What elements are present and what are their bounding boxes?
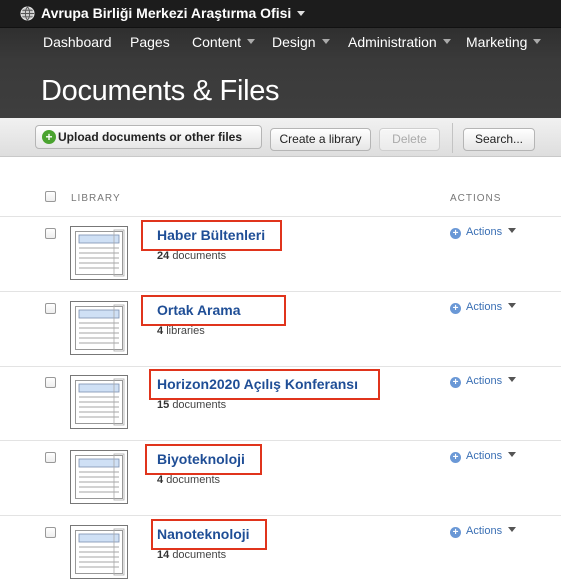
- library-row: Nanoteknoloji 14 documents + Actions: [0, 516, 561, 586]
- nav-content[interactable]: Content: [192, 34, 256, 50]
- nav-dashboard[interactable]: Dashboard: [43, 34, 112, 50]
- plus-circle-icon: +: [450, 452, 461, 463]
- toolbar: + Upload documents or other files Create…: [0, 118, 561, 157]
- admin-header: Avrupa Birliği Merkezi Araştırma Ofisi D…: [0, 0, 561, 118]
- site-bar: Avrupa Birliği Merkezi Araştırma Ofisi: [0, 0, 561, 28]
- nav-administration-label: Administration: [348, 34, 437, 50]
- site-name[interactable]: Avrupa Birliği Merkezi Araştırma Ofisi: [41, 5, 291, 21]
- page-title: Documents & Files: [41, 75, 280, 107]
- actions-menu[interactable]: + Actions: [450, 450, 517, 463]
- library-item-count: 15 documents: [157, 399, 226, 411]
- chevron-down-icon: [247, 39, 256, 44]
- plus-circle-icon: +: [450, 527, 461, 538]
- nav-dashboard-label: Dashboard: [43, 34, 112, 50]
- create-library-button[interactable]: Create a library: [270, 128, 371, 151]
- library-item-count: 14 documents: [157, 549, 226, 561]
- nav-marketing-label: Marketing: [466, 34, 528, 50]
- plus-icon: +: [42, 130, 56, 144]
- column-header-library: LIBRARY: [71, 193, 121, 204]
- actions-label: Actions: [466, 525, 503, 537]
- library-row: Ortak Arama 4 libraries + Actions: [0, 292, 561, 367]
- actions-label: Actions: [466, 375, 503, 387]
- chevron-down-icon: [321, 39, 330, 44]
- item-count-unit: documents: [172, 549, 227, 561]
- nav-content-label: Content: [192, 34, 242, 50]
- actions-menu[interactable]: + Actions: [450, 301, 517, 314]
- select-all-checkbox[interactable]: [45, 191, 56, 202]
- library-name-link[interactable]: Ortak Arama: [157, 302, 241, 318]
- globe-icon[interactable]: [20, 6, 35, 21]
- library-row: Haber Bültenleri 24 documents + Actions: [0, 217, 561, 292]
- actions-menu[interactable]: + Actions: [450, 226, 517, 239]
- library-row: Biyoteknoloji 4 documents + Actions: [0, 441, 561, 516]
- toolbar-divider: [452, 123, 453, 153]
- chevron-down-icon: [533, 39, 542, 44]
- chevron-down-icon: [508, 303, 517, 308]
- row-checkbox[interactable]: [45, 527, 56, 538]
- chevron-down-icon: [508, 377, 517, 382]
- item-count-unit: documents: [172, 250, 227, 262]
- chevron-down-icon: [508, 527, 517, 532]
- library-name-link[interactable]: Biyoteknoloji: [157, 451, 245, 467]
- actions-menu[interactable]: + Actions: [450, 525, 517, 538]
- column-header-actions: ACTIONS: [450, 193, 502, 204]
- plus-circle-icon: +: [450, 228, 461, 239]
- row-checkbox[interactable]: [45, 452, 56, 463]
- library-name-link[interactable]: Nanoteknoloji: [157, 526, 250, 542]
- actions-label: Actions: [466, 301, 503, 313]
- library-item-count: 4 documents: [157, 474, 220, 486]
- row-checkbox[interactable]: [45, 303, 56, 314]
- list-header: LIBRARY ACTIONS: [0, 185, 561, 217]
- chevron-down-icon[interactable]: [297, 11, 305, 16]
- library-thumbnail-icon[interactable]: [70, 301, 128, 355]
- library-row: Horizon2020 Açılış Konferansı 15 document…: [0, 366, 561, 441]
- item-count-unit: libraries: [166, 325, 205, 337]
- delete-button[interactable]: Delete: [379, 128, 440, 151]
- library-name-link[interactable]: Horizon2020 Açılış Konferansı: [157, 376, 358, 392]
- main-navigation: Dashboard Pages Content Design Administr…: [0, 28, 561, 56]
- chevron-down-icon: [442, 39, 451, 44]
- library-thumbnail-icon[interactable]: [70, 226, 128, 280]
- item-count-unit: documents: [166, 474, 220, 486]
- actions-label: Actions: [466, 450, 503, 462]
- library-thumbnail-icon[interactable]: [70, 375, 128, 429]
- item-count-number: 14: [157, 549, 170, 561]
- item-count-number: 4: [157, 325, 164, 337]
- row-checkbox[interactable]: [45, 228, 56, 239]
- library-thumbnail-icon[interactable]: [70, 450, 128, 504]
- upload-button[interactable]: + Upload documents or other files: [35, 125, 262, 149]
- library-name-link[interactable]: Haber Bültenleri: [157, 227, 265, 243]
- plus-circle-icon: +: [450, 303, 461, 314]
- plus-circle-icon: +: [450, 377, 461, 388]
- row-checkbox[interactable]: [45, 377, 56, 388]
- chevron-down-icon: [508, 228, 517, 233]
- item-count-number: 4: [157, 474, 164, 486]
- nav-pages[interactable]: Pages: [130, 34, 170, 50]
- nav-pages-label: Pages: [130, 34, 170, 50]
- library-thumbnail-icon[interactable]: [70, 525, 128, 579]
- nav-marketing[interactable]: Marketing: [466, 34, 542, 50]
- item-count-number: 15: [157, 399, 170, 411]
- item-count-number: 24: [157, 250, 170, 262]
- item-count-unit: documents: [172, 399, 227, 411]
- search-button[interactable]: Search...: [463, 128, 535, 151]
- nav-design[interactable]: Design: [272, 34, 330, 50]
- actions-menu[interactable]: + Actions: [450, 375, 517, 388]
- actions-label: Actions: [466, 226, 503, 238]
- chevron-down-icon: [508, 452, 517, 457]
- library-item-count: 24 documents: [157, 250, 226, 262]
- nav-design-label: Design: [272, 34, 316, 50]
- library-item-count: 4 libraries: [157, 325, 205, 337]
- nav-administration[interactable]: Administration: [348, 34, 451, 50]
- upload-button-label: Upload documents or other files: [58, 130, 243, 144]
